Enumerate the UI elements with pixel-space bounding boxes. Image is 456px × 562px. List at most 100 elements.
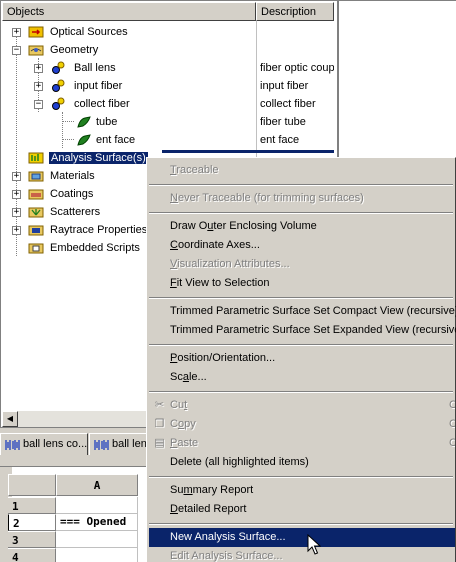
expand-icon[interactable]: + xyxy=(12,190,21,199)
context-menu: Traceable Never Traceable (for trimming … xyxy=(146,157,456,562)
row-header[interactable]: 2 xyxy=(8,514,56,531)
shortcut-hint: C xyxy=(449,399,455,411)
tree-item-input-fiber[interactable]: + input fiber input fiber xyxy=(2,78,334,96)
tree-item-label: Analysis Surface(s) xyxy=(48,151,149,165)
analysis-surface-icon xyxy=(28,152,44,164)
copy-icon: ❐ xyxy=(154,418,165,430)
menu-separator xyxy=(149,523,453,525)
lens-assembly-icon xyxy=(52,79,65,92)
row-header[interactable]: 1 xyxy=(8,497,56,514)
expand-icon[interactable]: + xyxy=(34,64,43,73)
shortcut-hint: C xyxy=(449,437,455,449)
tree-item-optical-sources[interactable]: + Optical Sources xyxy=(2,24,334,42)
menu-separator xyxy=(149,391,453,393)
row-header-corner xyxy=(8,474,56,496)
menu-item-cut[interactable]: ✂ Cut C xyxy=(149,396,455,415)
collapse-icon[interactable]: − xyxy=(12,46,21,55)
tab-ball-lens[interactable]: ball lens xyxy=(89,433,149,455)
tree-item-collect-fiber[interactable]: − collect fiber collect fiber xyxy=(2,96,334,114)
tree-item-label: Optical Sources xyxy=(50,26,128,38)
paste-icon: ▤ xyxy=(154,437,165,449)
expand-icon[interactable]: + xyxy=(12,208,21,217)
menu-item-scale[interactable]: Scale... xyxy=(149,368,455,387)
tree-item-label: Ball lens xyxy=(74,62,116,74)
tree-item-label: ent face xyxy=(96,134,136,146)
coatings-icon xyxy=(28,189,44,200)
collapse-icon[interactable]: − xyxy=(34,100,43,109)
expand-icon[interactable]: + xyxy=(12,28,21,37)
tree-header: Objects Description xyxy=(2,2,334,21)
menu-item-coordinate-axes[interactable]: Coordinate Axes... xyxy=(149,236,455,255)
description-column-header[interactable]: Description xyxy=(256,2,334,21)
menu-item-trimmed-compact-view[interactable]: Trimmed Parametric Surface Set Compact V… xyxy=(149,302,456,321)
objects-column-header[interactable]: Objects xyxy=(2,2,256,21)
menu-separator xyxy=(149,476,453,478)
scroll-left-arrow-icon[interactable]: ◀ xyxy=(2,411,18,427)
tree-item-label: Materials xyxy=(50,170,95,182)
tab-ball-lens-co[interactable]: ball lens co... xyxy=(0,433,88,455)
tree-item-ent-face[interactable]: ent face ent face xyxy=(2,132,334,150)
view-pane[interactable] xyxy=(338,0,456,158)
tree-item-description: input fiber xyxy=(260,80,309,92)
tree-item-tube[interactable]: tube fiber tube xyxy=(2,114,334,132)
menu-item-edit-analysis-surface[interactable]: Edit Analysis Surface... xyxy=(149,547,455,562)
tree-item-geometry[interactable]: − Geometry xyxy=(2,42,334,60)
menu-item-copy[interactable]: ❐ Copy C xyxy=(149,415,455,434)
menu-item-trimmed-expanded-view[interactable]: Trimmed Parametric Surface Set Expanded … xyxy=(149,321,456,340)
tree-item-description: collect fiber xyxy=(260,98,316,110)
layout-view-icon xyxy=(5,440,20,450)
menu-item-paste[interactable]: ▤ Paste C xyxy=(149,434,455,453)
tree-item-description: fiber tube xyxy=(260,116,306,128)
menu-separator xyxy=(149,212,453,214)
selection-highlight xyxy=(162,150,334,153)
tree-item-ball-lens[interactable]: + Ball lens fiber optic coup xyxy=(2,60,334,78)
geometry-folder-icon xyxy=(28,45,44,56)
menu-item-position-orientation[interactable]: Position/Orientation... xyxy=(149,349,455,368)
cell-a2[interactable]: === Opened xyxy=(56,514,138,531)
cell-a4[interactable] xyxy=(56,548,138,562)
surface-icon xyxy=(77,116,91,128)
tree-item-label: collect fiber xyxy=(74,98,130,110)
menu-item-fit-view[interactable]: Fit View to Selection xyxy=(149,274,455,293)
menu-item-new-analysis-surface[interactable]: New Analysis Surface... xyxy=(149,528,455,547)
surface-icon xyxy=(77,134,91,146)
lens-assembly-icon xyxy=(52,97,65,110)
menu-item-visualization-attributes[interactable]: Visualization Attributes... xyxy=(149,255,455,274)
menu-separator xyxy=(149,297,453,299)
scissors-icon: ✂ xyxy=(154,399,165,411)
spreadsheet-left-edge xyxy=(0,497,8,562)
lens-assembly-icon xyxy=(52,61,65,74)
menu-separator xyxy=(149,184,453,186)
expand-icon[interactable]: + xyxy=(12,172,21,181)
cell-a1[interactable] xyxy=(56,497,138,514)
expand-icon[interactable]: + xyxy=(12,226,21,235)
tab-label: ball lens xyxy=(112,438,149,450)
menu-item-summary-report[interactable]: Summary Report xyxy=(149,481,455,500)
scatterers-icon xyxy=(28,207,44,218)
tree-item-label: Geometry xyxy=(50,44,99,56)
tree-item-label: input fiber xyxy=(74,80,123,92)
shortcut-hint: C xyxy=(449,418,455,430)
expand-icon[interactable]: + xyxy=(34,82,43,91)
menu-item-never-traceable[interactable]: Never Traceable (for trimming surfaces) xyxy=(149,189,455,208)
tree-item-description: fiber optic coup xyxy=(260,62,334,74)
optical-source-icon xyxy=(28,26,44,38)
menu-item-draw-outer-enclosing-volume[interactable]: Draw Outer Enclosing Volume xyxy=(149,217,455,236)
row-header[interactable]: 3 xyxy=(8,531,56,548)
tree-item-label: Coatings xyxy=(50,188,94,200)
row-header[interactable]: 4 xyxy=(8,548,56,562)
raytrace-properties-icon xyxy=(28,225,44,236)
layout-view-icon xyxy=(94,440,109,450)
mouse-pointer-icon xyxy=(307,534,321,555)
tree-item-description: ent face xyxy=(260,134,300,146)
menu-item-delete[interactable]: Delete (all highlighted items) xyxy=(149,453,455,472)
menu-item-traceable[interactable]: Traceable xyxy=(149,161,455,180)
materials-icon xyxy=(28,171,44,182)
scripts-icon xyxy=(28,243,44,254)
column-header-a[interactable]: A xyxy=(56,474,138,496)
menu-item-detailed-report[interactable]: Detailed Report xyxy=(149,500,455,519)
cell-a3[interactable] xyxy=(56,531,138,548)
tree-item-label: tube xyxy=(96,116,118,128)
tab-label: ball lens co... xyxy=(23,438,88,450)
tree-item-label: Scatterers xyxy=(50,206,101,218)
